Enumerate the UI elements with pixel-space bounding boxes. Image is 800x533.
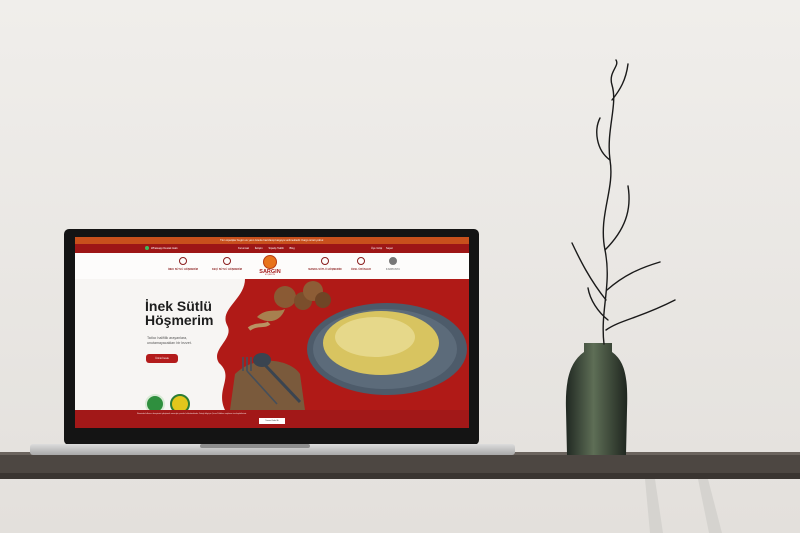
- hero-title-line2: Höşmerim: [145, 312, 214, 328]
- category-inek[interactable]: İNEK SÜTLÜ HÖŞMERİM: [159, 257, 207, 271]
- nav-link-blog[interactable]: Blog: [289, 247, 294, 250]
- cookie-banner: Sitemizde kullanıcı deneyimini iyileştir…: [75, 410, 469, 428]
- hero-subtitle: Tatlıcı halifilik arayanlara, unutamayac…: [147, 336, 192, 345]
- nav-links: Kurumsal İletişim Sipariş Takibi Blog: [238, 244, 300, 253]
- whatsapp-link[interactable]: Whatsapp Destek Hattı: [145, 244, 178, 253]
- goat-icon: [223, 257, 231, 265]
- cookie-accept-button[interactable]: Tamam Kabul Et: [259, 418, 285, 424]
- nav-link-iletisim[interactable]: İletişim: [255, 247, 263, 250]
- campaign-icon: [389, 257, 397, 265]
- cow-icon: [179, 257, 187, 265]
- laptop-screen: Tüm siparişler bugün ve yarın özenle haz…: [75, 237, 469, 428]
- hero-cta-button[interactable]: Ürünü İncele: [146, 354, 178, 363]
- cookie-text: Sitemizde kullanıcı deneyimini iyileştir…: [137, 413, 247, 415]
- category-label: İNEK SÜTLÜ HÖŞMERİM: [167, 268, 199, 271]
- category-kampanya[interactable]: KAMPANYA: [369, 257, 417, 271]
- logo-subtitle: HÖŞMERİM: [264, 275, 276, 276]
- category-label: KEÇİ SÜTLÜ HÖŞMERİM: [211, 268, 243, 271]
- hero-food-image: [217, 279, 469, 410]
- table-top: [0, 454, 800, 473]
- category-label: ÖZEL ÜRÜNLER: [351, 268, 371, 271]
- buffalo-icon: [321, 257, 329, 265]
- cart-link[interactable]: Sepet: [386, 247, 393, 250]
- account-links: Üye Girişi Sepet: [371, 244, 396, 253]
- category-label: KAMPANYA: [385, 268, 401, 271]
- hero-title: İnek Sütlü Höşmerim: [145, 299, 213, 327]
- nav-link-siparis-takibi[interactable]: Sipariş Takibi: [269, 247, 284, 250]
- logo-emblem: [263, 255, 277, 269]
- utility-navbar: Whatsapp Destek Hattı Kurumsal İletişim …: [75, 244, 469, 253]
- nav-link-kurumsal[interactable]: Kurumsal: [238, 247, 249, 250]
- announcement-bar: Tüm siparişler bugün ve yarın özenle haz…: [75, 237, 469, 244]
- category-keci[interactable]: KEÇİ SÜTLÜ HÖŞMERİM: [203, 257, 251, 271]
- site-logo[interactable]: SARGIN HÖŞMERİM: [256, 255, 284, 276]
- login-link[interactable]: Üye Girişi: [371, 247, 382, 250]
- special-product-icon: [357, 257, 365, 265]
